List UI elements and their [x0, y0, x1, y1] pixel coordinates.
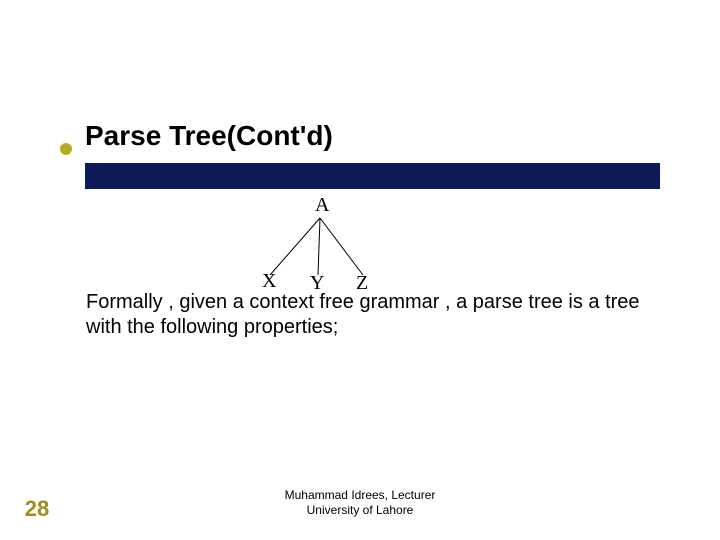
slide: Parse Tree(Cont'd) A X Y Z Formally , gi… [0, 0, 720, 540]
tree-root-label: A [315, 194, 329, 217]
footer-line1: Muhammad Idrees, Lecturer [285, 488, 436, 502]
body-text: Formally , given a context free grammar … [86, 290, 651, 340]
slide-title: Parse Tree(Cont'd) [85, 120, 333, 152]
page-number: 28 [18, 496, 56, 522]
footer-line2: University of Lahore [307, 503, 414, 517]
title-bullet-icon [60, 143, 72, 155]
footer: Muhammad Idrees, Lecturer University of … [0, 488, 720, 518]
title-underline-bar [85, 163, 660, 189]
